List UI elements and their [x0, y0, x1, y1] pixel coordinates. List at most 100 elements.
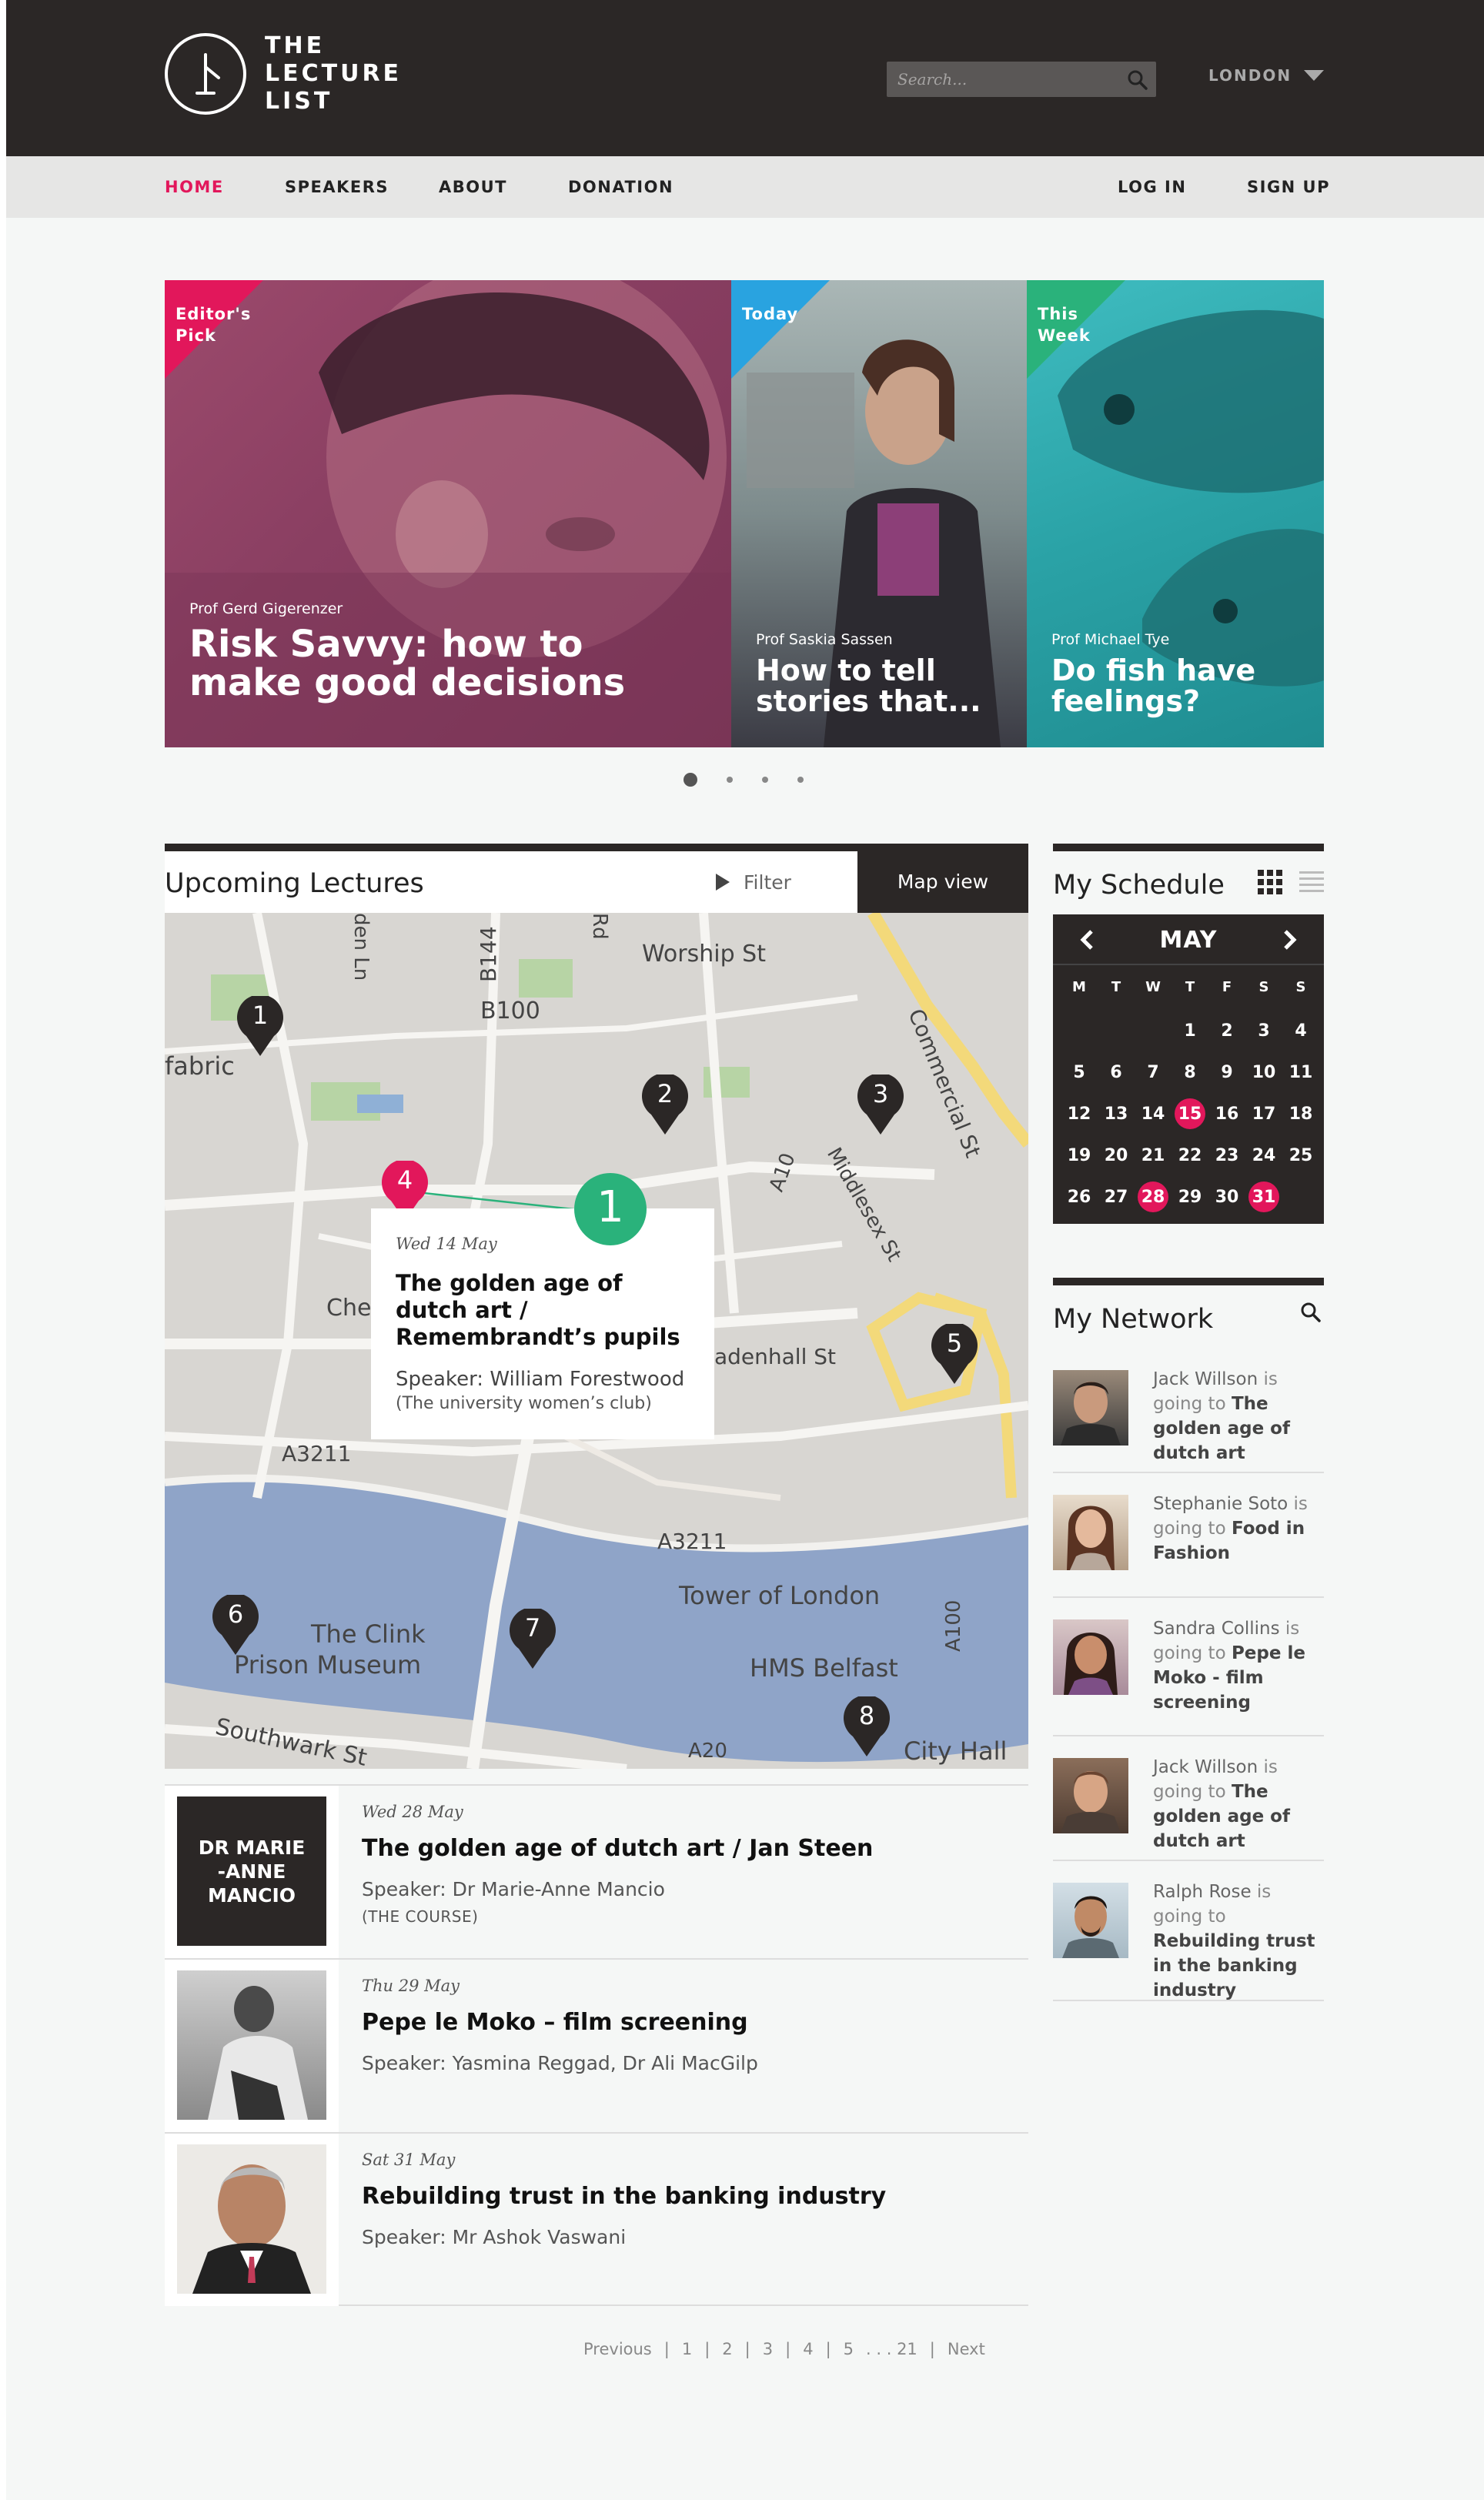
network-item[interactable]: Stephanie Soto is going to Food in Fashi… [1053, 1473, 1324, 1598]
map-popup[interactable]: Wed 14 May The golden age of dutch art /… [371, 1208, 714, 1439]
city-selector[interactable]: LONDON [1208, 66, 1325, 85]
nav-about[interactable]: ABOUT [439, 156, 507, 218]
calendar-day [1135, 1010, 1171, 1051]
network-user-name[interactable]: Jack Willson [1153, 1757, 1258, 1777]
map-pin[interactable]: 8 [842, 1696, 891, 1758]
pagination-page[interactable]: 3 [763, 2340, 773, 2358]
map-pin[interactable]: 5 [930, 1324, 979, 1385]
map-pin[interactable]: 2 [640, 1075, 690, 1136]
lecture-item[interactable]: Thu 29 May Pepe le Moko – film screening… [165, 1958, 1028, 2132]
hero-slide-editors-pick[interactable]: Editor's Pick Prof Gerd Gigerenzer Risk … [165, 280, 731, 747]
list-view-icon[interactable] [1299, 870, 1324, 897]
pagination-separator: | [663, 2340, 670, 2358]
nav-donation[interactable]: DONATION [568, 156, 673, 218]
calendar-day-number: 18 [1288, 1104, 1313, 1124]
calendar-day[interactable]: 17 [1245, 1093, 1282, 1135]
calendar-day[interactable]: 19 [1061, 1135, 1098, 1176]
pagination-ellipsis[interactable]: . . . 21 [866, 2340, 917, 2358]
map-pin[interactable]: 3 [856, 1075, 905, 1136]
calendar-day[interactable]: 6 [1098, 1051, 1135, 1093]
calendar-day[interactable]: 29 [1171, 1176, 1208, 1218]
lecture-item[interactable]: Sat 31 May Rebuilding trust in the banki… [165, 2132, 1028, 2306]
carousel-dot[interactable] [797, 777, 804, 783]
calendar-day[interactable]: 5 [1061, 1051, 1098, 1093]
calendar-day-number: 11 [1288, 1062, 1313, 1082]
calendar-day-number: 7 [1147, 1062, 1159, 1082]
nav-login[interactable]: LOG IN [1118, 156, 1186, 218]
lecture-title[interactable]: Rebuilding trust in the banking industry [362, 2183, 886, 2210]
lecture-title[interactable]: The golden age of dutch art / Jan Steen [362, 1835, 873, 1862]
calendar-day[interactable]: 13 [1098, 1093, 1135, 1135]
calendar-day[interactable]: 22 [1171, 1135, 1208, 1176]
pagination-page[interactable]: 5 [844, 2340, 854, 2358]
network-user-name[interactable]: Sandra Collins [1153, 1619, 1280, 1639]
pagination-page[interactable]: 4 [803, 2340, 813, 2358]
calendar-day-booked[interactable]: 31 [1245, 1176, 1282, 1218]
pagination-next[interactable]: Next [948, 2340, 985, 2358]
chevron-right-icon[interactable] [1278, 928, 1301, 951]
grid-view-icon[interactable] [1258, 870, 1282, 897]
search-input[interactable] [897, 62, 1113, 97]
calendar-day[interactable]: 11 [1282, 1051, 1319, 1093]
filter-button[interactable]: Filter [708, 851, 862, 913]
calendar-day[interactable]: 2 [1208, 1010, 1245, 1051]
pagination-page[interactable]: 2 [722, 2340, 732, 2358]
map[interactable]: Worship St B144 B100 fabric Commercial S… [165, 913, 1028, 1769]
calendar-day[interactable]: 16 [1208, 1093, 1245, 1135]
nav-signup[interactable]: SIGN UP [1247, 156, 1330, 218]
calendar-day[interactable]: 25 [1282, 1135, 1319, 1176]
calendar-day[interactable]: 21 [1135, 1135, 1171, 1176]
map-pin-selected[interactable]: 1 [574, 1173, 647, 1245]
map-pin[interactable]: 1 [236, 996, 285, 1058]
network-user-name[interactable]: Jack Willson [1153, 1369, 1258, 1389]
network-item[interactable]: Sandra Collins is going to Pepe le Moko … [1053, 1598, 1324, 1736]
calendar-day[interactable]: 20 [1098, 1135, 1135, 1176]
calendar-day-number: 1 [1184, 1021, 1196, 1041]
calendar-day[interactable]: 4 [1282, 1010, 1319, 1051]
nav-home[interactable]: HOME [165, 156, 224, 218]
calendar-day[interactable]: 7 [1135, 1051, 1171, 1093]
logo[interactable]: THE LECTURE LIST [165, 32, 419, 115]
calendar-day[interactable]: 10 [1245, 1051, 1282, 1093]
popup-title[interactable]: The golden age of dutch art / Remembrand… [396, 1270, 690, 1351]
hero-slide-today[interactable]: Today Prof Saskia Sassen How to tell sto… [731, 280, 1027, 747]
calendar-day[interactable]: 27 [1098, 1176, 1135, 1218]
network-user-name[interactable]: Ralph Rose [1153, 1882, 1252, 1902]
calendar-day[interactable]: 9 [1208, 1051, 1245, 1093]
network-item[interactable]: Jack Willson is going to The golden age … [1053, 1736, 1324, 1861]
calendar: MAY M T W T F S S 1 2 3 4 5 6 7 8 9 10 11 12 13 14 15 16 17 18 19… [1053, 914, 1324, 1224]
carousel-dot[interactable] [727, 777, 733, 783]
map-view-button[interactable]: Map view [857, 851, 1028, 913]
carousel-dot[interactable] [762, 777, 768, 783]
calendar-day[interactable]: 1 [1171, 1010, 1208, 1051]
popup-date: Wed 14 May [396, 1235, 497, 1253]
network-item[interactable]: Jack Willson is going to The golden age … [1053, 1349, 1324, 1473]
calendar-day[interactable]: 14 [1135, 1093, 1171, 1135]
calendar-day[interactable]: 12 [1061, 1093, 1098, 1135]
pagination-page[interactable]: 1 [682, 2340, 692, 2358]
network-item[interactable]: Ralph Rose is going to Rebuilding trust … [1053, 1861, 1324, 2001]
calendar-day[interactable]: 26 [1061, 1176, 1098, 1218]
network-user-name[interactable]: Stephanie Soto [1153, 1494, 1288, 1514]
calendar-day-booked[interactable]: 15 [1171, 1093, 1208, 1135]
calendar-day[interactable]: 24 [1245, 1135, 1282, 1176]
calendar-day[interactable]: 18 [1282, 1093, 1319, 1135]
search-icon[interactable] [1299, 1301, 1322, 1327]
search-icon[interactable] [1125, 68, 1150, 91]
lecture-date: Sat 31 May [362, 2151, 456, 2169]
lecture-item[interactable]: DR MARIE -ANNE MANCIO Wed 28 May The gol… [165, 1784, 1028, 1958]
nav-speakers[interactable]: SPEAKERS [285, 156, 389, 218]
hero-slide-this-week[interactable]: This Week Prof Michael Tye Do fish have … [1027, 280, 1324, 747]
calendar-day[interactable]: 30 [1208, 1176, 1245, 1218]
calendar-day[interactable]: 23 [1208, 1135, 1245, 1176]
carousel-dot[interactable] [684, 773, 697, 787]
calendar-day[interactable]: 8 [1171, 1051, 1208, 1093]
calendar-day-booked[interactable]: 28 [1135, 1176, 1171, 1218]
map-pin[interactable]: 7 [508, 1609, 557, 1670]
pagination-previous[interactable]: Previous [583, 2340, 652, 2358]
network-event[interactable]: Rebuilding trust in the banking industry [1153, 1931, 1315, 2000]
schedule-title: My Schedule [1053, 870, 1225, 901]
calendar-day[interactable]: 3 [1245, 1010, 1282, 1051]
lecture-title[interactable]: Pepe le Moko – film screening [362, 2009, 748, 2036]
map-pin[interactable]: 6 [211, 1595, 260, 1656]
